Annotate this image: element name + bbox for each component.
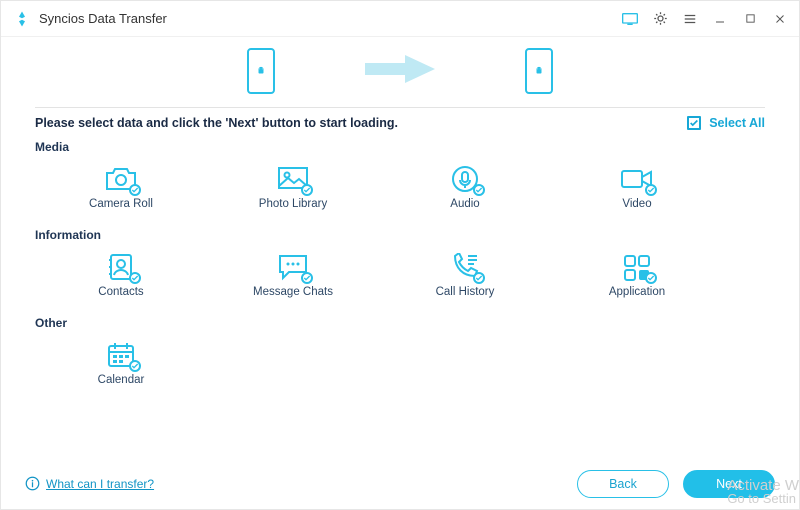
item-application[interactable]: Application [551, 246, 723, 306]
window-controls [621, 10, 789, 28]
help-link[interactable]: What can I transfer? [25, 476, 154, 491]
video-icon [551, 164, 723, 194]
source-phone-icon [247, 48, 275, 94]
message-icon [207, 252, 379, 282]
item-calendar[interactable]: Calendar [35, 334, 207, 394]
target-phone-icon [525, 48, 553, 94]
item-photo-library[interactable]: Photo Library [207, 158, 379, 218]
application-icon [551, 252, 723, 282]
app-title: Syncios Data Transfer [39, 11, 621, 26]
maximize-icon[interactable] [741, 10, 759, 28]
info-icon [25, 476, 40, 491]
section-title-other: Other [35, 316, 765, 330]
item-contacts[interactable]: Contacts [35, 246, 207, 306]
information-grid: Contacts Message Chats Call History Appl… [35, 246, 765, 306]
device-toolbar-icon[interactable] [621, 10, 639, 28]
call-history-icon [379, 252, 551, 282]
instruction-text: Please select data and click the 'Next' … [35, 116, 398, 130]
item-label: Audio [379, 198, 551, 210]
item-label: Photo Library [207, 198, 379, 210]
main-content: Please select data and click the 'Next' … [1, 105, 799, 394]
item-label: Video [551, 198, 723, 210]
audio-icon [379, 164, 551, 194]
transfer-arrow-icon [365, 53, 435, 90]
back-button[interactable]: Back [577, 470, 669, 498]
item-label: Application [551, 286, 723, 298]
select-all-label: Select All [709, 116, 765, 130]
item-label: Message Chats [207, 286, 379, 298]
item-camera-roll[interactable]: Camera Roll [35, 158, 207, 218]
calendar-icon [35, 340, 207, 370]
select-all-checkbox-icon [687, 116, 701, 130]
help-link-text[interactable]: What can I transfer? [46, 477, 154, 491]
minimize-icon[interactable] [711, 10, 729, 28]
footer: What can I transfer? Back Next [1, 457, 799, 509]
item-label: Calendar [35, 374, 207, 386]
app-logo-icon [13, 10, 31, 28]
divider [35, 107, 765, 108]
settings-gear-icon[interactable] [651, 10, 669, 28]
section-title-information: Information [35, 228, 765, 242]
item-audio[interactable]: Audio [379, 158, 551, 218]
item-message-chats[interactable]: Message Chats [207, 246, 379, 306]
menu-icon[interactable] [681, 10, 699, 28]
device-diagram [1, 37, 799, 105]
item-call-history[interactable]: Call History [379, 246, 551, 306]
contacts-icon [35, 252, 207, 282]
media-grid: Camera Roll Photo Library Audio Video [35, 158, 765, 218]
camera-icon [35, 164, 207, 194]
next-button[interactable]: Next [683, 470, 775, 498]
select-all-toggle[interactable]: Select All [687, 116, 765, 130]
other-grid: Calendar [35, 334, 765, 394]
item-label: Contacts [35, 286, 207, 298]
photo-library-icon [207, 164, 379, 194]
item-video[interactable]: Video [551, 158, 723, 218]
item-label: Call History [379, 286, 551, 298]
titlebar: Syncios Data Transfer [1, 1, 799, 37]
item-label: Camera Roll [35, 198, 207, 210]
close-icon[interactable] [771, 10, 789, 28]
section-title-media: Media [35, 140, 765, 154]
